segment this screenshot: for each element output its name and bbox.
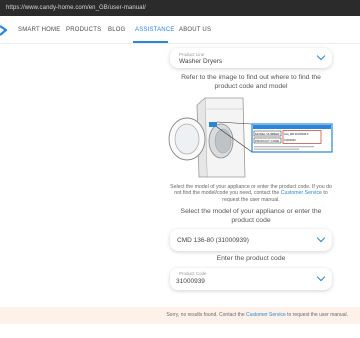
no-results-message: Sorry, no results found. Contact the Cus… <box>166 312 348 318</box>
nav-blog[interactable]: BLOG <box>108 27 125 33</box>
model-select[interactable]: CMD 136-80 (31000939) <box>170 229 332 251</box>
sticker-product-key: PRODUCT CODE <box>255 139 279 143</box>
product-line-label: Product Line <box>179 52 205 57</box>
nav-products[interactable]: PRODUCTS <box>66 27 101 33</box>
chevron-down-icon[interactable] <box>316 233 326 243</box>
product-line-select[interactable]: Product Line Washer Dryers <box>170 48 332 68</box>
sticker-model-value: Ana_MB 31000939.0 <box>284 132 309 136</box>
active-tab-indicator <box>133 41 168 43</box>
candy-logo-icon[interactable] <box>0 25 7 36</box>
enter-code-title: Enter the product code <box>216 255 286 262</box>
chevron-down-icon[interactable] <box>316 51 326 61</box>
url-text[interactable]: https://www.candy-home.com/en_GB/user-ma… <box>6 5 146 11</box>
select-help-text: Select the model of your appliance or en… <box>170 184 332 203</box>
browser-url-bar[interactable]: https://www.candy-home.com/en_GB/user-ma… <box>0 0 360 16</box>
no-results-message-bar: Sorry, no results found. Contact the Cus… <box>0 307 360 324</box>
select-model-title: Select the model of your appliance or en… <box>180 208 322 224</box>
nav-assistance[interactable]: ASSISTANCE <box>135 27 175 33</box>
error-prefix: Sorry, no results found. Contact the <box>166 312 246 318</box>
product-code-label: Product Code <box>179 271 207 276</box>
sticker-product-value: 31000939 <box>284 138 296 142</box>
nav-smart-home[interactable]: SMART HOME <box>18 27 60 33</box>
chevron-down-icon[interactable] <box>316 272 326 282</box>
product-code-value[interactable]: 31000939 <box>176 278 205 285</box>
product-line-value: Washer Dryers <box>179 58 223 65</box>
product-code-field[interactable]: Product Code 31000939 <box>170 268 332 290</box>
error-customer-service-link[interactable]: Customer Service <box>246 312 286 318</box>
find-code-instructions: Refer to the image to find out where to … <box>181 74 321 90</box>
error-suffix: to request the user manual. <box>285 312 348 318</box>
model-select-value: CMD 136-80 (31000939) <box>177 237 249 244</box>
nav-about-us[interactable]: ABOUT US <box>179 27 211 33</box>
washer-dryer-label-illustration: MODEL NUMBER PRODUCT CODE Ana_MB 3100093… <box>168 97 333 178</box>
sticker-model-key: MODEL NUMBER <box>255 132 280 136</box>
customer-service-link[interactable]: Customer Service <box>281 190 322 196</box>
site-navigation: SMART HOME PRODUCTS BLOG ASSISTANCE ABOU… <box>0 18 360 44</box>
